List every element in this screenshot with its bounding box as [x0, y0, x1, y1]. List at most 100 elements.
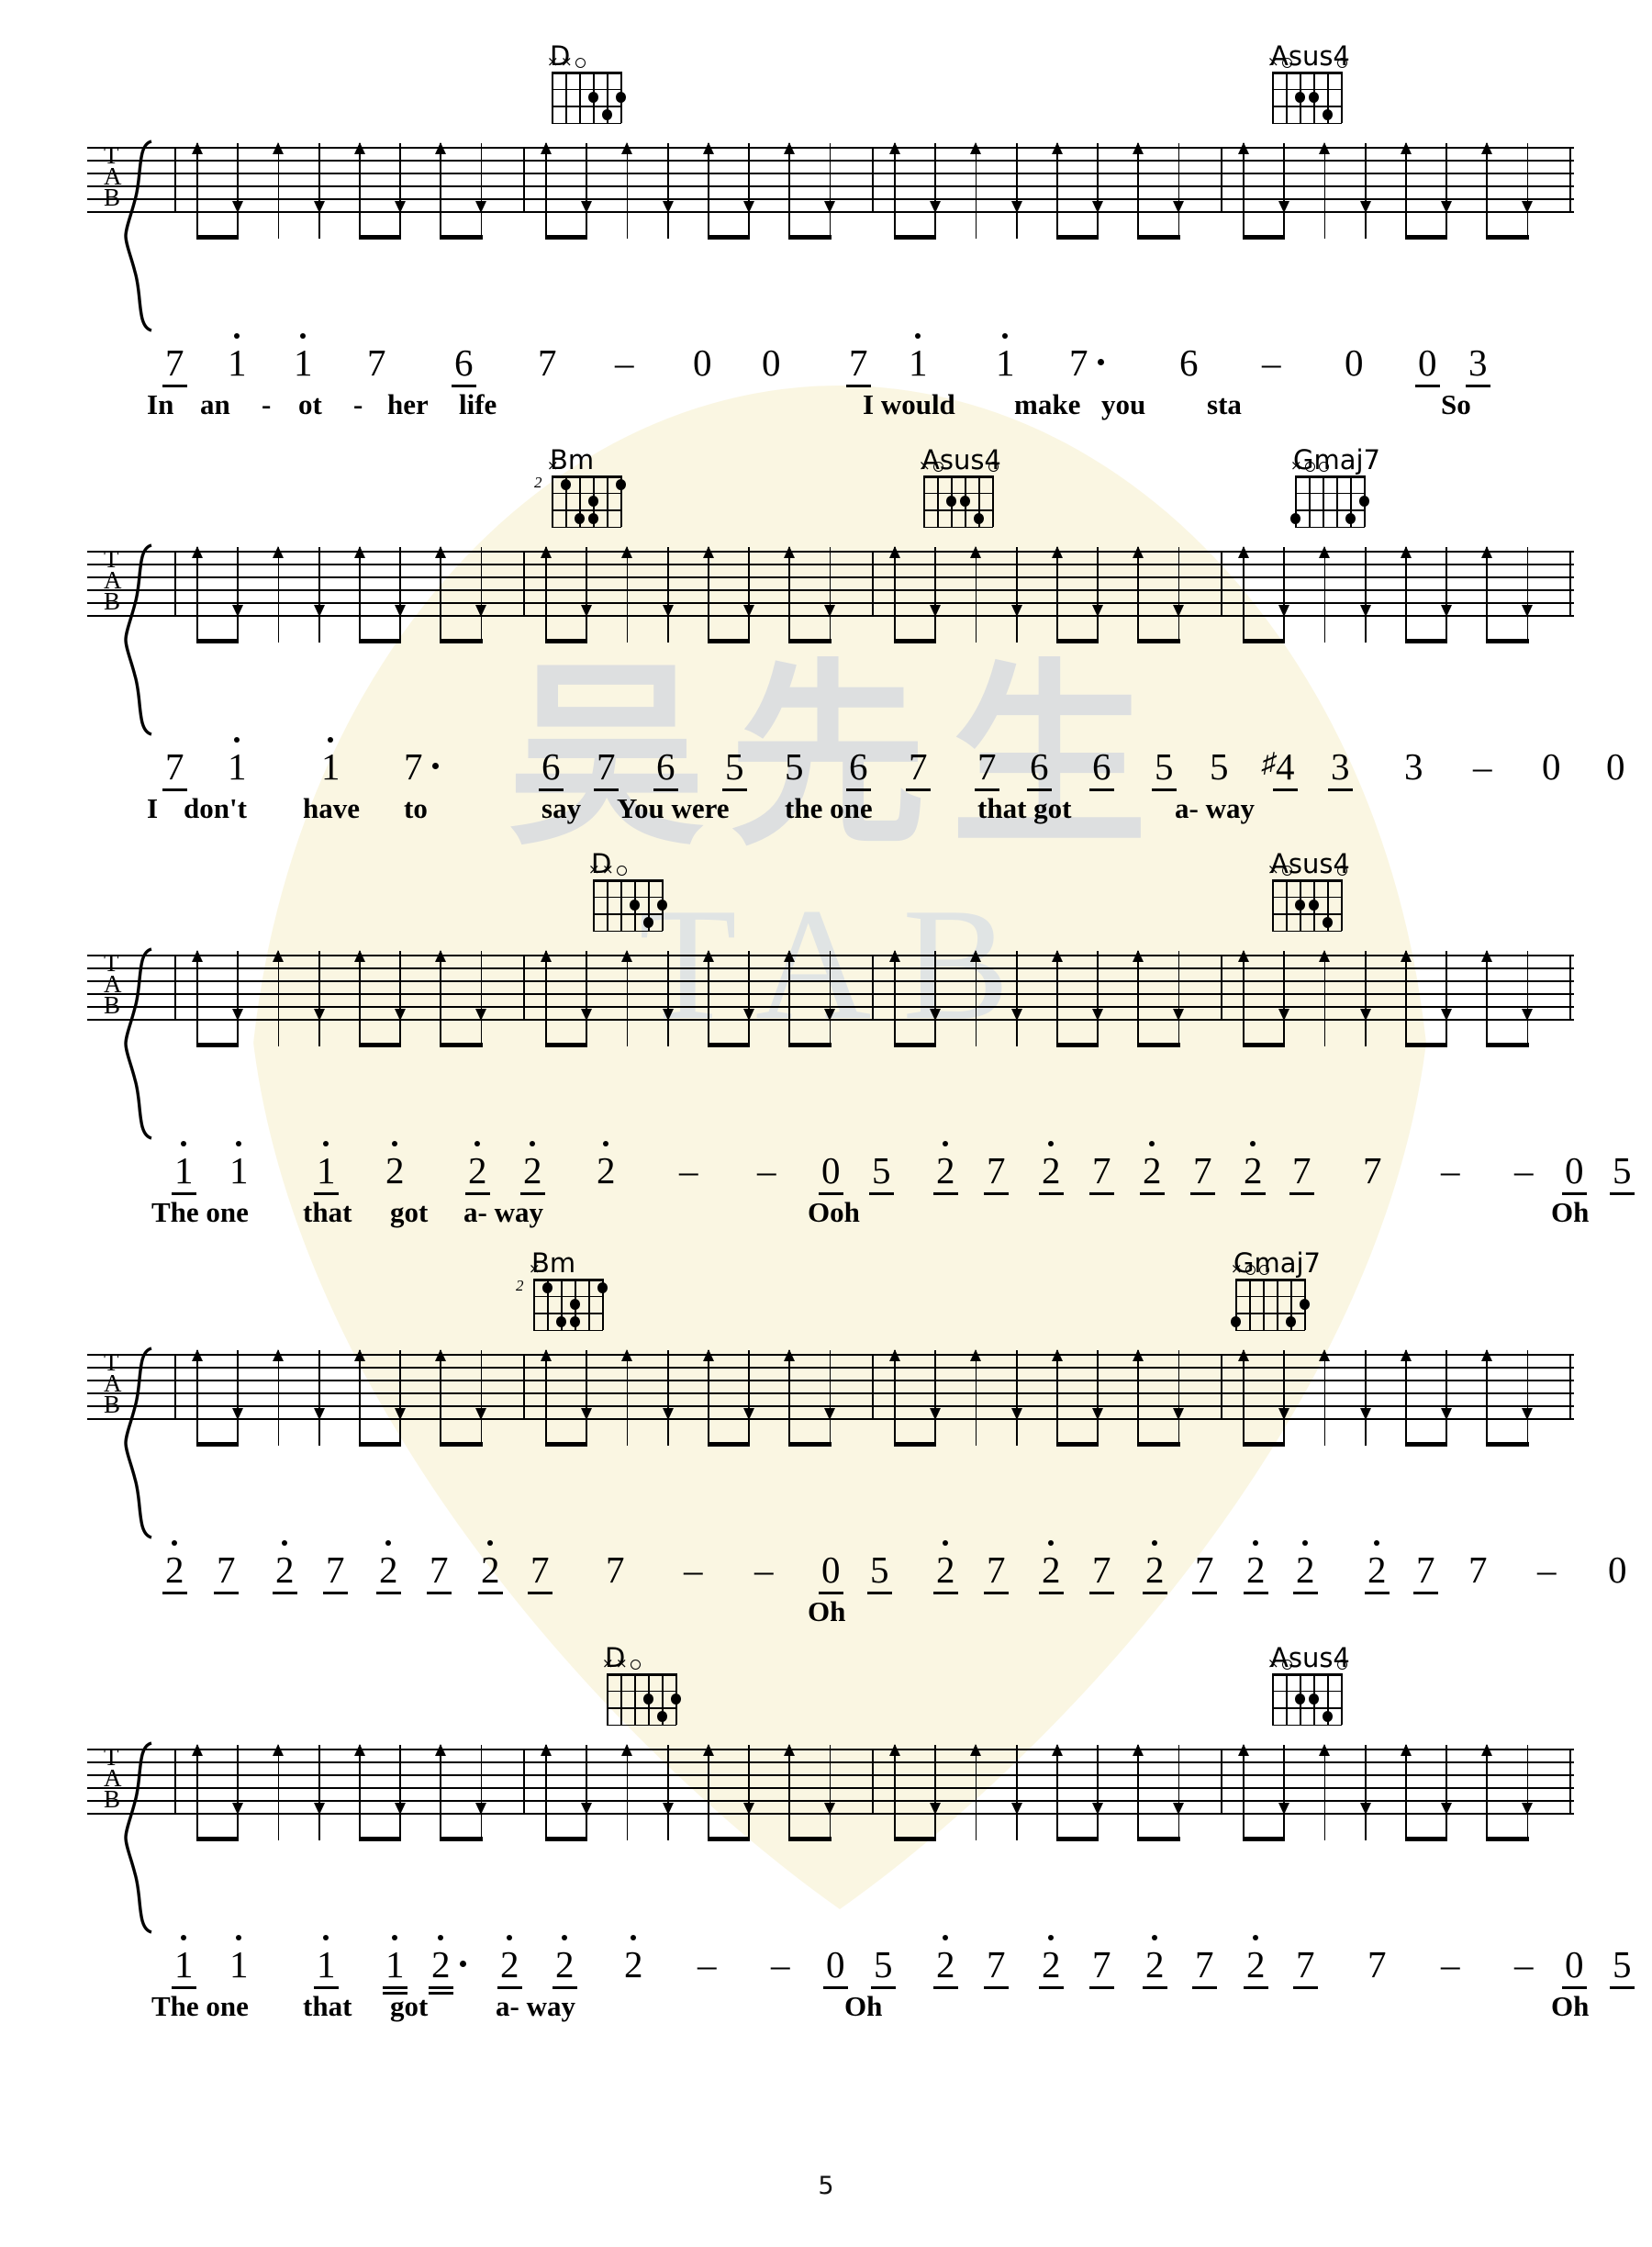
- chord-grid: ×: [1267, 1657, 1347, 1726]
- chord-string-line: [1341, 72, 1343, 123]
- note-7: 7: [214, 1551, 239, 1594]
- note-2: 2: [1244, 1935, 1268, 1989]
- note-6: 6: [1027, 748, 1052, 791]
- rhythm-stem: [480, 198, 483, 239]
- note-7: 7: [1367, 1943, 1387, 1985]
- rhythm-stem: [666, 198, 669, 239]
- note-0: 0: [823, 1946, 848, 1989]
- rhythm-stem: [1364, 1800, 1367, 1840]
- eighth-underline: [1328, 788, 1353, 791]
- rhythm-stem: [1283, 602, 1286, 643]
- muted-string-marker: ×: [919, 457, 931, 474]
- finger-dot: [587, 92, 598, 103]
- rhythm-stem: [1283, 1405, 1286, 1446]
- chord-fret-line: [607, 1707, 676, 1709]
- chord-nut: [1272, 1673, 1342, 1676]
- chord-string-line: [1286, 72, 1288, 123]
- eighth-underline: [846, 788, 871, 791]
- rhythm-stem: [586, 198, 588, 239]
- eighth-underline: [984, 1192, 1009, 1195]
- eighth-underline: [1152, 788, 1177, 791]
- open-string-marker: [1282, 58, 1292, 68]
- lyric-word: that got: [977, 792, 1072, 824]
- lyric-word: Oh: [1551, 1990, 1590, 2022]
- note-–: –: [1537, 1548, 1557, 1591]
- note-–: –: [757, 1149, 776, 1191]
- eighth-underline: [933, 1986, 958, 1989]
- note-7: 7: [162, 748, 187, 791]
- note-7: 7: [906, 748, 931, 791]
- rhythm-stem: [975, 198, 977, 239]
- finger-dot: [569, 1315, 580, 1327]
- rhythm-stem: [480, 1405, 483, 1446]
- eighth-underline: [1190, 1192, 1215, 1195]
- rhythm-stem: [545, 602, 547, 643]
- note-2: 2: [162, 1540, 187, 1594]
- rhythm-stem: [545, 1405, 547, 1446]
- note-–: –: [679, 1149, 698, 1191]
- muted-string-marker: ×: [529, 1260, 541, 1277]
- tab-staff-lines: TAB: [87, 1744, 1574, 1841]
- chord-fret-line: [552, 88, 621, 90]
- rhythm-beam: [545, 235, 588, 240]
- muted-string-marker: ×: [588, 861, 600, 878]
- rhythm-beam: [545, 1837, 588, 1841]
- rhythm-beam: [1137, 639, 1180, 643]
- chord-string-line: [1341, 1673, 1343, 1725]
- chord-string-line: [1323, 475, 1324, 527]
- eighth-underline: [975, 788, 999, 791]
- finger-dot: [642, 916, 653, 928]
- note-1: 1: [383, 1935, 407, 1995]
- chord-fret-line: [1295, 526, 1365, 528]
- bar-line: [523, 551, 525, 616]
- octave-dot-above: [328, 737, 334, 743]
- finger-dot: [1358, 496, 1369, 507]
- chord-string-line: [1341, 879, 1343, 931]
- bar-line: [174, 955, 176, 1020]
- chord-string-line: [1286, 879, 1288, 931]
- chord-diagram-gmaj7: Gmaj7 ×: [1230, 1248, 1321, 1331]
- note-2: 2: [1039, 1935, 1064, 1989]
- octave-dot-above: [234, 737, 240, 743]
- note-–: –: [1514, 1943, 1534, 1985]
- fret-position-label: 2: [534, 474, 542, 491]
- eighth-underline: [933, 1592, 958, 1594]
- rhythm-stem: [1364, 198, 1367, 239]
- eighth-underline: [1562, 1192, 1587, 1195]
- rhythm-beam: [1137, 1043, 1180, 1047]
- note-7: 7: [367, 341, 386, 384]
- chord-string-line: [1336, 475, 1338, 527]
- lyric-word: Oh: [844, 1990, 883, 2022]
- eighth-underline: [273, 1592, 297, 1594]
- octave-dot-above: [282, 1540, 288, 1546]
- octave-dot-above: [943, 1540, 949, 1546]
- note-2: 2: [1241, 1141, 1266, 1195]
- chord-fret-line: [533, 1295, 603, 1297]
- rhythm-stem: [708, 198, 709, 239]
- note-7: 7: [846, 344, 871, 387]
- eighth-underline: [1293, 1986, 1318, 1989]
- rhythm-stem: [1405, 1405, 1407, 1446]
- chord-nut: [923, 475, 993, 478]
- rhythm-beam: [1405, 639, 1448, 643]
- muted-string-marker: ×: [602, 1655, 614, 1671]
- rhythm-stem: [708, 602, 709, 643]
- rhythm-stem: [1097, 1006, 1099, 1046]
- chord-grid: × ×: [602, 1657, 681, 1726]
- lyric-word: to: [404, 792, 428, 824]
- rhythm-stem: [829, 1006, 832, 1046]
- chord-nut: [552, 475, 621, 478]
- octave-dot-above: [181, 1935, 187, 1940]
- octave-dot-above: [943, 1141, 949, 1146]
- rhythm-stem: [1137, 1006, 1140, 1046]
- rhythm-beam: [1405, 1442, 1448, 1447]
- note-1: 1: [314, 1141, 339, 1195]
- muted-string-marker: ×: [1290, 457, 1302, 474]
- rhythm-stem: [1178, 1405, 1180, 1446]
- eighth-underline: [1039, 1986, 1064, 1989]
- finger-dot: [959, 496, 970, 507]
- chord-string-line: [607, 879, 608, 931]
- bar-line: [872, 551, 874, 616]
- note-2: 2: [1143, 1540, 1167, 1594]
- note-2: 2: [1293, 1540, 1318, 1594]
